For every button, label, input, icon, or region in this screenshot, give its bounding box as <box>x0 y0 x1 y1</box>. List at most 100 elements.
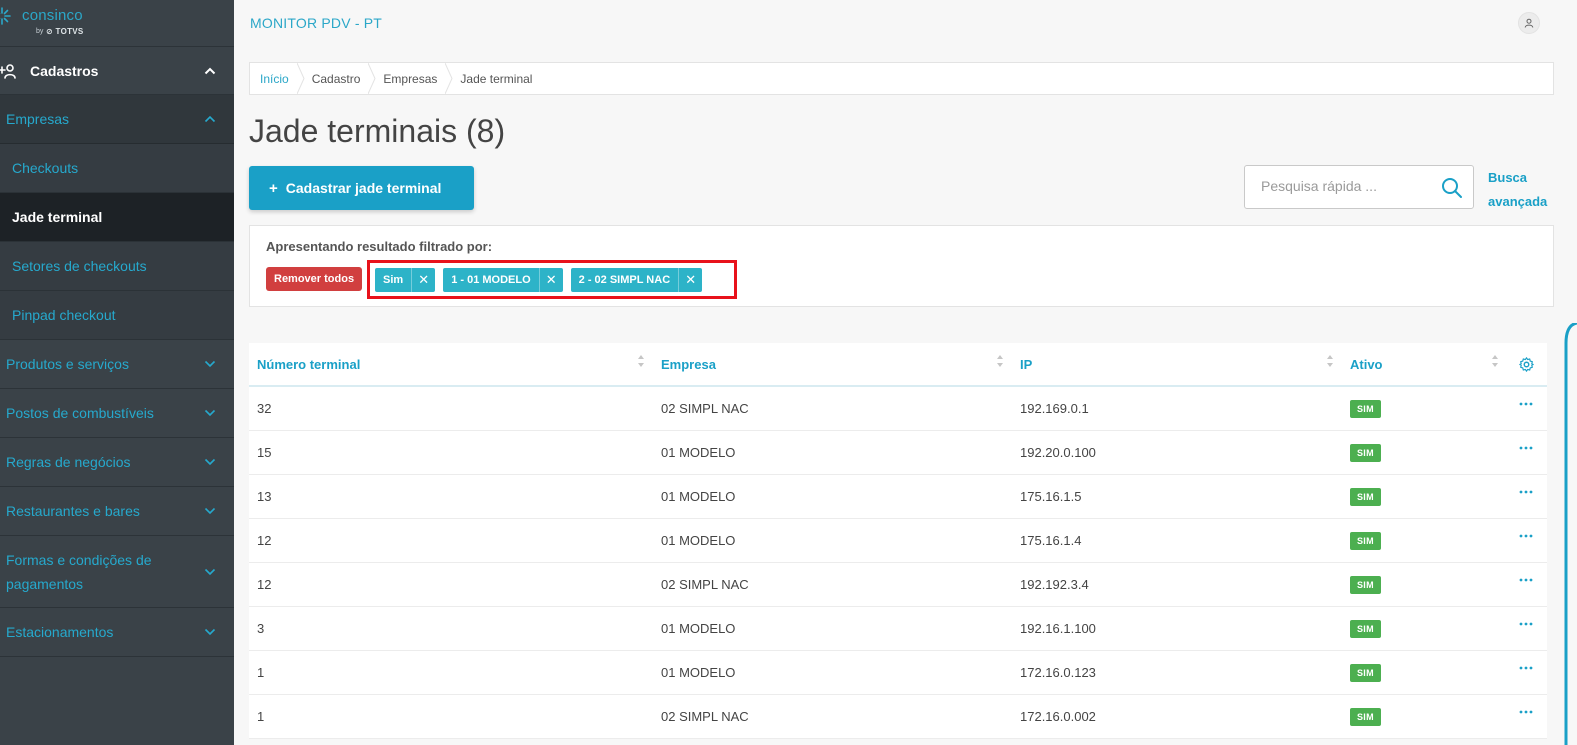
sort-icon[interactable] <box>637 354 645 368</box>
status-badge: SIM <box>1350 487 1381 506</box>
scrollbar[interactable] <box>1560 323 1577 745</box>
plus-icon: + <box>269 179 278 197</box>
sidebar-group-label: Estacionamentos <box>6 624 114 640</box>
cell-empresa: 01 MODELO <box>661 621 736 636</box>
table-row[interactable]: 32 02 SIMPL NAC 192.169.0.1 SIM <box>249 387 1547 431</box>
column-empresa[interactable]: Empresa <box>661 343 716 385</box>
jade-terminals-table: Número terminal Empresa IP Ativo 32 02 S… <box>249 343 1547 739</box>
user-menu-button[interactable] <box>1518 12 1540 34</box>
close-icon[interactable]: ✕ <box>678 267 702 292</box>
sidebar-group-produtos-e-servicos[interactable]: Produtos e serviços <box>0 340 234 389</box>
cell-numero: 3 <box>257 621 265 636</box>
table-row[interactable]: 12 02 SIMPL NAC 192.192.3.4 SIM <box>249 563 1547 607</box>
sidebar-section-label: Cadastros <box>30 62 99 79</box>
column-header-label: Número terminal <box>257 356 361 372</box>
sidebar-subgroup-empresas[interactable]: Empresas <box>0 95 234 144</box>
breadcrumb-label: Cadastro <box>311 71 361 86</box>
add-button-label: Cadastrar jade terminal <box>285 180 442 196</box>
sort-icon[interactable] <box>996 354 1004 368</box>
sidebar-item-setores-de-checkouts[interactable]: Setores de checkouts <box>0 242 234 291</box>
cell-ativo: SIM <box>1350 563 1381 606</box>
quick-search-input[interactable] <box>1261 178 1431 194</box>
brand-name: consinco <box>22 7 83 24</box>
search-icon[interactable] <box>1441 177 1463 199</box>
status-badge: SIM <box>1350 531 1381 550</box>
more-horizontal-icon[interactable] <box>1519 401 1533 407</box>
sidebar-item-jade-terminal[interactable]: Jade terminal <box>0 193 234 242</box>
sidebar-group-regras-de-negocios[interactable]: Regras de negócios <box>0 438 234 487</box>
brand-logo[interactable]: consinco by ⊘ TOTVS <box>0 0 234 47</box>
cell-empresa: 01 MODELO <box>661 665 736 680</box>
breadcrumb-cadastro[interactable]: Cadastro <box>302 63 376 94</box>
table-row[interactable]: 1 01 MODELO 172.16.0.123 SIM <box>249 651 1547 695</box>
cell-empresa: 02 SIMPL NAC <box>661 401 749 416</box>
status-badge: SIM <box>1350 707 1381 726</box>
column-header-label: IP <box>1020 356 1033 372</box>
breadcrumb-empresas[interactable]: Empresas <box>373 63 453 94</box>
more-horizontal-icon[interactable] <box>1519 709 1533 715</box>
cell-numero: 1 <box>257 665 265 680</box>
table-row[interactable]: 13 01 MODELO 175.16.1.5 SIM <box>249 475 1547 519</box>
cell-ip: 172.16.0.002 <box>1020 709 1096 724</box>
breadcrumb: Início Cadastro Empresas Jade terminal <box>249 62 1554 95</box>
sidebar-group-restaurantes-e-bares[interactable]: Restaurantes e bares <box>0 487 234 536</box>
remove-all-filters-button[interactable]: Remover todos <box>266 267 363 291</box>
cell-ip: 175.16.1.4 <box>1020 533 1082 548</box>
sidebar-group-label: Regras de negócios <box>6 454 131 470</box>
cell-numero: 13 <box>257 489 272 504</box>
chevron-down-icon <box>204 409 216 417</box>
breadcrumb-inicio[interactable]: Início <box>250 63 305 94</box>
sort-icon[interactable] <box>1491 354 1499 368</box>
sort-icon[interactable] <box>1326 354 1334 368</box>
advanced-search-link[interactable]: Busca avançada <box>1488 166 1558 214</box>
sidebar-group-formas-e-condicoes-de-pagamentos[interactable]: Formas e condições de pagamentos <box>0 536 234 608</box>
status-badge: SIM <box>1350 443 1381 462</box>
breadcrumb-jade-terminal: Jade terminal <box>450 63 545 94</box>
sidebar-section-cadastros[interactable]: Cadastros <box>0 47 234 95</box>
table-row[interactable]: 12 01 MODELO 175.16.1.4 SIM <box>249 519 1547 563</box>
more-horizontal-icon[interactable] <box>1519 533 1533 539</box>
consinco-logo-icon <box>0 7 11 25</box>
column-numero-terminal[interactable]: Número terminal <box>257 343 360 385</box>
cell-empresa: 02 SIMPL NAC <box>661 577 749 592</box>
table-row[interactable]: 3 01 MODELO 192.16.1.100 SIM <box>249 607 1547 651</box>
sidebar-item-label: Checkouts <box>12 160 79 176</box>
table-row[interactable]: 15 01 MODELO 192.20.0.100 SIM <box>249 431 1547 475</box>
filter-chip-label: 1 - 01 MODELO <box>451 273 531 286</box>
sidebar-group-estacionamentos[interactable]: Estacionamentos <box>0 608 234 657</box>
page-title: Jade terminais (8) <box>249 113 506 149</box>
sidebar-item-checkouts[interactable]: Checkouts <box>0 144 234 193</box>
close-icon[interactable]: ✕ <box>411 267 435 292</box>
cell-ip: 192.169.0.1 <box>1020 401 1089 416</box>
add-user-icon <box>0 64 16 79</box>
sidebar-item-label: Pinpad checkout <box>12 307 116 323</box>
cell-numero: 12 <box>257 533 272 548</box>
sidebar-group-label: Produtos e serviços <box>6 356 129 372</box>
add-jade-terminal-button[interactable]: + Cadastrar jade terminal <box>249 166 474 210</box>
more-horizontal-icon[interactable] <box>1519 621 1533 627</box>
chevron-down-icon <box>204 568 216 575</box>
chevron-down-icon <box>204 360 216 368</box>
more-horizontal-icon[interactable] <box>1519 489 1533 495</box>
status-badge: SIM <box>1350 575 1381 594</box>
sidebar-item-pinpad-checkout[interactable]: Pinpad checkout <box>0 291 234 340</box>
cell-ativo: SIM <box>1350 651 1381 694</box>
more-horizontal-icon[interactable] <box>1519 577 1533 583</box>
column-ativo[interactable]: Ativo <box>1350 343 1383 385</box>
quick-search <box>1244 165 1474 209</box>
close-icon[interactable]: ✕ <box>538 267 563 292</box>
cell-numero: 1 <box>257 709 265 724</box>
sidebar-group-postos-de-combustiveis[interactable]: Postos de combustíveis <box>0 389 234 438</box>
more-horizontal-icon[interactable] <box>1519 445 1533 451</box>
column-ip[interactable]: IP <box>1020 343 1032 385</box>
breadcrumb-label: Jade terminal <box>460 71 533 86</box>
filter-panel: Apresentando resultado filtrado por: Rem… <box>249 225 1554 307</box>
cell-ativo: SIM <box>1350 695 1381 738</box>
more-horizontal-icon[interactable] <box>1519 665 1533 671</box>
chevron-down-icon <box>204 458 216 466</box>
filter-chip-label: Sim <box>383 273 404 286</box>
table-row[interactable]: 1 02 SIMPL NAC 172.16.0.002 SIM <box>249 695 1547 739</box>
cell-numero: 12 <box>257 577 272 592</box>
filter-chip: Sim ✕ <box>375 267 436 292</box>
gear-icon[interactable] <box>1518 356 1535 373</box>
